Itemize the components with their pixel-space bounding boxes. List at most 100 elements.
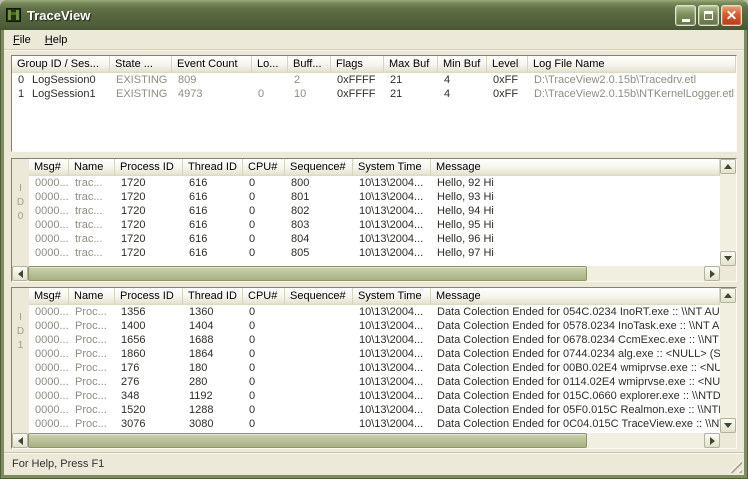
column-header-thread-id[interactable]: Thread ID — [183, 288, 243, 305]
cell-system-time: 10\13\2004... — [353, 305, 431, 319]
trace-panel-0: I D 0 Msg# Name Process ID Thread ID CPU… — [11, 158, 737, 282]
column-header-name[interactable]: Name — [69, 288, 115, 305]
vertical-scroll-track[interactable] — [720, 174, 736, 251]
cell-message: Data Colection Ended for 0744.0234 alg.e… — [431, 347, 720, 361]
cell-process-id: 348 — [115, 389, 183, 403]
column-header-state[interactable]: State ... — [110, 56, 172, 73]
app-icon[interactable] — [6, 7, 22, 23]
cell-system-time: 10\13\2004... — [353, 347, 431, 361]
scrollbar-corner — [720, 433, 736, 448]
horizontal-scroll-track[interactable] — [587, 266, 704, 281]
table-row[interactable]: 0000...Proc...13561360010\13\2004...Data… — [29, 305, 720, 319]
horizontal-scroll-thumb[interactable] — [28, 433, 587, 448]
table-row[interactable]: 0000...trac...1720616080510\13\2004...He… — [29, 246, 720, 260]
close-button[interactable] — [721, 5, 742, 26]
scroll-right-button[interactable] — [704, 266, 720, 281]
table-row[interactable]: 0LogSession0EXISTING80920xFFFF2140xFFD:\… — [12, 73, 736, 87]
trace-table-body-1: 0000...Proc...13561360010\13\2004...Data… — [29, 305, 720, 433]
resize-grip[interactable] — [729, 460, 742, 473]
menu-file[interactable]: File — [6, 31, 38, 49]
cell-log-file: D:\TraceView2.0.15b\Tracedrv.etl — [528, 73, 736, 87]
column-header-level[interactable]: Level — [487, 56, 528, 73]
table-row[interactable]: 0000...trac...1720616080010\13\2004...He… — [29, 176, 720, 190]
title-bar[interactable]: TraceView — [0, 0, 748, 30]
cell-system-time: 10\13\2004... — [353, 403, 431, 417]
scroll-down-button[interactable] — [720, 251, 736, 266]
table-row[interactable]: 1LogSession1EXISTING49730100xFFFF2140xFF… — [12, 87, 736, 101]
table-row[interactable]: 0000...Proc...176180010\13\2004...Data C… — [29, 361, 720, 375]
vertical-scrollbar[interactable] — [720, 288, 736, 433]
table-row[interactable]: 0000...trac...1720616080410\13\2004...He… — [29, 232, 720, 246]
cell-thread-id: 3080 — [183, 417, 243, 431]
column-header-msg[interactable]: Msg# — [29, 159, 69, 176]
column-header-system-time[interactable]: System Time — [353, 159, 431, 176]
horizontal-scrollbar[interactable] — [12, 266, 720, 281]
table-row[interactable]: 0000...trac...1720616080210\13\2004...He… — [29, 204, 720, 218]
minimize-button[interactable] — [675, 5, 696, 26]
column-header-message[interactable]: Message — [431, 288, 720, 305]
trace-table-header-1: Msg# Name Process ID Thread ID CPU# Sequ… — [29, 288, 720, 305]
scroll-right-button[interactable] — [704, 433, 720, 448]
column-header-group-id[interactable]: Group ID / Ses... — [12, 56, 110, 73]
cell-cpu: 0 — [243, 204, 285, 218]
vertical-scroll-track[interactable] — [720, 303, 736, 418]
scroll-up-button[interactable] — [720, 159, 736, 174]
cell-group-id: 1 — [12, 87, 26, 101]
cell-message: Data Colection Ended for 05F0.015C Realm… — [431, 403, 720, 417]
horizontal-scroll-track[interactable] — [587, 433, 704, 448]
column-header-name[interactable]: Name — [69, 159, 115, 176]
column-header-cpu[interactable]: CPU# — [243, 159, 285, 176]
column-header-flags[interactable]: Flags — [331, 56, 384, 73]
menu-help[interactable]: Help — [38, 31, 75, 49]
column-header-thread-id[interactable]: Thread ID — [183, 159, 243, 176]
table-row[interactable]: 0000...Proc...30763080010\13\2004...Data… — [29, 417, 720, 431]
table-row[interactable]: 0000...Proc...3481192010\13\2004...Data … — [29, 389, 720, 403]
cell-group-id: 0 — [12, 73, 26, 87]
maximize-button[interactable] — [698, 5, 719, 26]
column-header-sequence[interactable]: Sequence# — [285, 288, 353, 305]
vertical-scrollbar[interactable] — [720, 159, 736, 266]
table-row[interactable]: 0000...Proc...18601864010\13\2004...Data… — [29, 347, 720, 361]
column-header-event-count[interactable]: Event Count — [172, 56, 252, 73]
column-header-system-time[interactable]: System Time — [353, 288, 431, 305]
column-header-cpu[interactable]: CPU# — [243, 288, 285, 305]
scroll-left-button[interactable] — [12, 266, 28, 281]
column-header-max-buf[interactable]: Max Buf — [384, 56, 438, 73]
cell-msg: 0000... — [29, 190, 69, 204]
horizontal-scrollbar[interactable] — [12, 433, 720, 448]
column-header-min-buf[interactable]: Min Buf — [438, 56, 487, 73]
cell-log-file: D:\TraceView2.0.15b\NTKernelLogger.etl — [528, 87, 736, 101]
table-row[interactable]: 0000...Proc...16561688010\13\2004...Data… — [29, 333, 720, 347]
cell-message: Data Colection Ended for 054C.0234 InoRT… — [431, 305, 720, 319]
scroll-up-button[interactable] — [720, 288, 736, 303]
cell-message: Hello, 93 Hi — [431, 190, 720, 204]
scroll-down-button[interactable] — [720, 418, 736, 433]
cell-level: 0xFF — [487, 73, 528, 87]
cell-name: Proc... — [69, 361, 115, 375]
cell-cpu: 0 — [243, 232, 285, 246]
cell-message: Hello, 95 Hi — [431, 218, 720, 232]
column-header-log-file[interactable]: Log File Name — [528, 56, 736, 73]
table-row[interactable]: 0000...trac...1720616080110\13\2004...He… — [29, 190, 720, 204]
cell-msg: 0000... — [29, 361, 69, 375]
minimize-icon — [682, 19, 690, 22]
cell-name: trac... — [69, 190, 115, 204]
cell-message: Data Colection Ended for 00B0.02E4 wmipr… — [431, 361, 720, 375]
column-header-process-id[interactable]: Process ID — [115, 288, 183, 305]
column-header-msg[interactable]: Msg# — [29, 288, 69, 305]
table-row[interactable]: 0000...Proc...15201288010\13\2004...Data… — [29, 403, 720, 417]
table-row[interactable]: 0000...trac...1720616080310\13\2004...He… — [29, 218, 720, 232]
cell-sequence: 803 — [285, 218, 353, 232]
scroll-left-button[interactable] — [12, 433, 28, 448]
table-row[interactable]: 0000...Proc...276280010\13\2004...Data C… — [29, 375, 720, 389]
column-header-process-id[interactable]: Process ID — [115, 159, 183, 176]
column-header-sequence[interactable]: Sequence# — [285, 159, 353, 176]
column-header-buffers[interactable]: Buff... — [288, 56, 331, 73]
column-header-lost[interactable]: Lo... — [252, 56, 288, 73]
cell-max-buf: 21 — [384, 73, 438, 87]
column-header-message[interactable]: Message — [431, 159, 720, 176]
horizontal-scroll-thumb[interactable] — [28, 266, 587, 281]
cell-message: Hello, 97 Hi — [431, 246, 720, 260]
cell-sequence — [285, 305, 353, 319]
table-row[interactable]: 0000...Proc...14001404010\13\2004...Data… — [29, 319, 720, 333]
